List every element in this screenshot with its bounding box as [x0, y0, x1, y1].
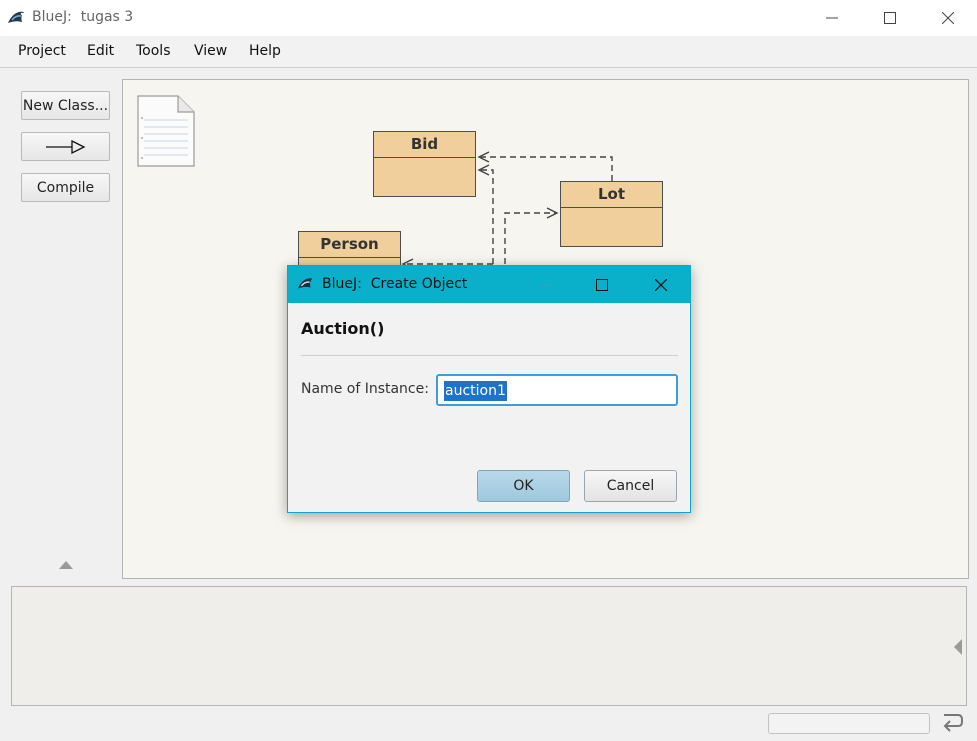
- object-bench[interactable]: [11, 586, 967, 706]
- return-icon[interactable]: [940, 711, 964, 737]
- ok-button[interactable]: OK: [477, 470, 570, 502]
- expand-left-icon[interactable]: [952, 639, 962, 659]
- class-lot[interactable]: Lot: [560, 181, 663, 247]
- create-object-dialog: BlueJ: Create Object Auction() Name of I…: [287, 265, 691, 513]
- class-name: Person: [299, 232, 400, 258]
- instance-name-label: Name of Instance:: [301, 381, 429, 397]
- bluej-logo-icon: [296, 275, 316, 297]
- class-name: Lot: [561, 182, 662, 208]
- status-field: [768, 713, 930, 734]
- dialog-minimize-button[interactable]: [516, 266, 574, 303]
- dialog-close-button[interactable]: [632, 266, 690, 303]
- instance-name-value: auction1: [444, 381, 507, 401]
- dialog-maximize-button[interactable]: [573, 266, 631, 303]
- divider: [301, 355, 678, 356]
- class-name: Bid: [374, 132, 475, 158]
- constructor-heading: Auction(): [301, 319, 385, 338]
- instance-name-input[interactable]: auction1: [436, 374, 678, 406]
- class-bid[interactable]: Bid: [373, 131, 476, 197]
- cancel-button[interactable]: Cancel: [584, 470, 677, 502]
- dialog-title: BlueJ: Create Object: [322, 276, 468, 292]
